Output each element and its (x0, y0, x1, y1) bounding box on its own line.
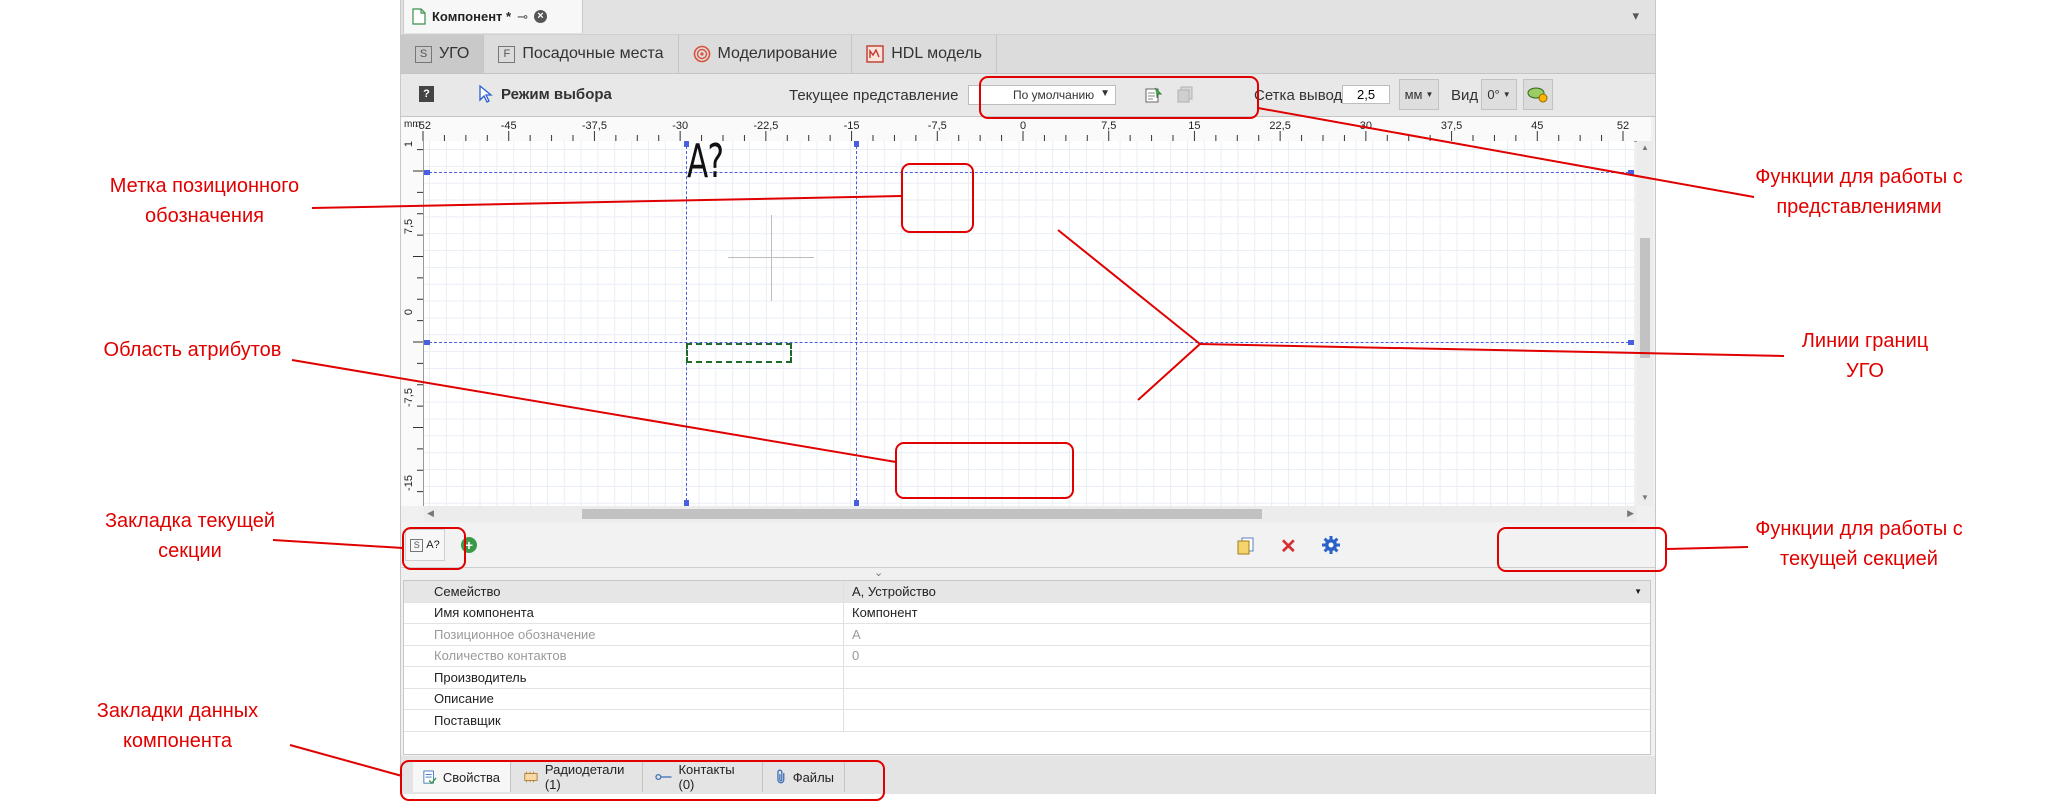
annotation-data-tabs: Закладки данных компонента (96, 700, 259, 752)
annotation-section-tab: Закладка текущей секции (104, 510, 276, 562)
annotation-view-functions: Функции для работы с представлениями (1755, 166, 1963, 218)
annotation-refdes-mark: Метка позиционного обозначения (109, 175, 300, 227)
annotation-boundary-lines: Линии границ УГО (1801, 330, 1929, 382)
annotation-leader-lines (272, 107, 1785, 777)
annotation-section-functions: Функции для работы с текущей секцией (1755, 518, 1963, 570)
annotation-attribute-area: Область атрибутов (103, 339, 282, 361)
